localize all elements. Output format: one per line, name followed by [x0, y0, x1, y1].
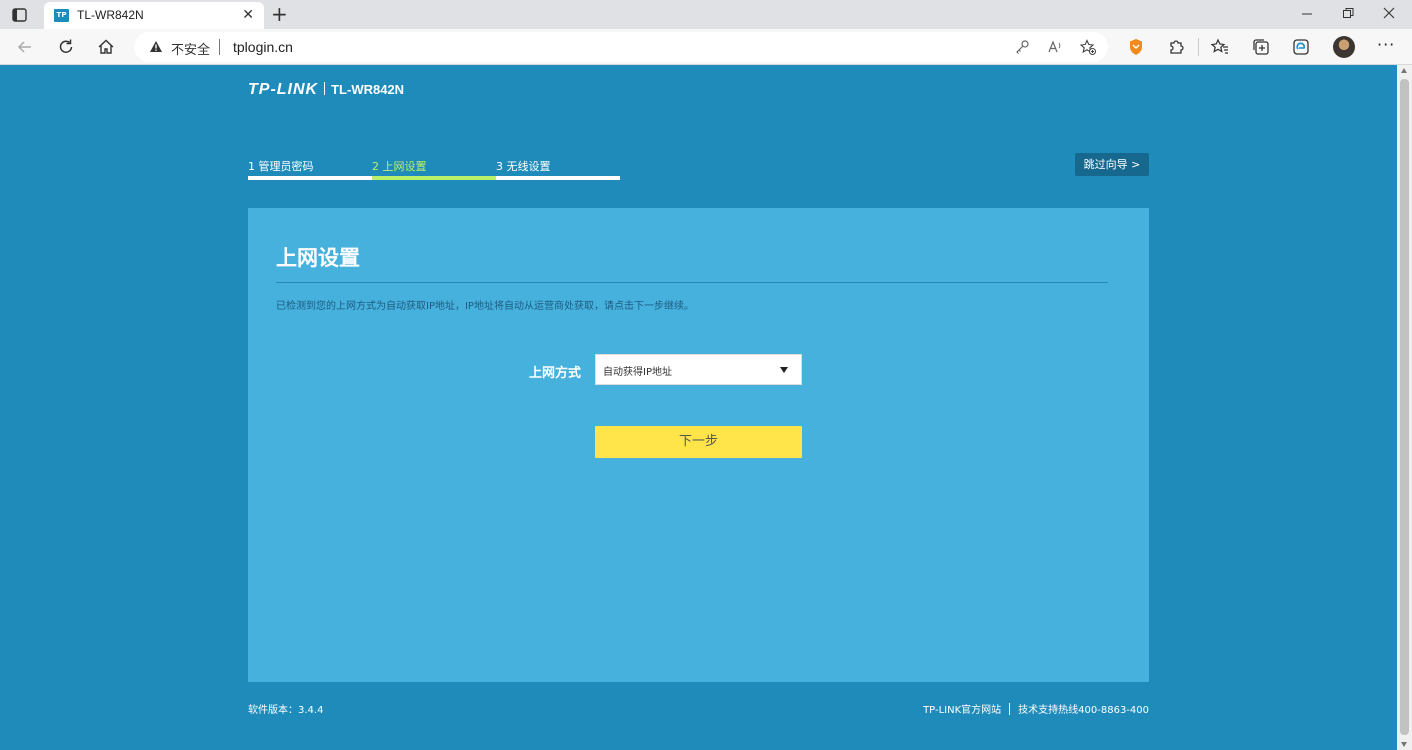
- new-tab-icon[interactable]: +: [271, 4, 288, 24]
- step-wireless-settings: 3 无线设置: [496, 157, 620, 183]
- step-internet-settings: 2 上网设置: [372, 157, 496, 183]
- detection-description: 已检测到您的上网方式为自动获取IP地址，IP地址将自动从运营商处获取，请点击下一…: [276, 301, 694, 312]
- read-aloud-icon[interactable]: [1047, 39, 1063, 55]
- step-label: 2 上网设置: [372, 160, 427, 173]
- avatar[interactable]: [1333, 36, 1355, 58]
- back-arrow-icon[interactable]: [15, 37, 35, 57]
- scroll-down-icon[interactable]: [1401, 742, 1407, 747]
- address-bar[interactable]: 不安全 tplogin.cn: [134, 32, 1108, 62]
- close-icon[interactable]: [1382, 6, 1396, 20]
- key-icon[interactable]: [1014, 39, 1030, 55]
- more-icon[interactable]: ···: [1377, 35, 1395, 54]
- step-label: 3 无线设置: [496, 160, 551, 173]
- title-divider: [276, 282, 1108, 283]
- setup-steps: 1 管理员密码 2 上网设置 3 无线设置: [248, 157, 620, 183]
- router-setup-page: TP-LINK TL-WR842N 1 管理员密码 2 上网设置 3 无线设置 跳…: [0, 65, 1397, 750]
- footer-links: TP-LINK官方网站 技术支持热线400-8863-400: [923, 701, 1149, 716]
- add-favorite-icon[interactable]: [1080, 39, 1096, 55]
- active-tab[interactable]: TP TL-WR842N ✕: [44, 2, 264, 29]
- software-version: 软件版本：3.4.4: [248, 705, 324, 716]
- maximize-icon[interactable]: [1341, 6, 1355, 20]
- url-text[interactable]: tplogin.cn: [233, 39, 293, 55]
- home-icon[interactable]: [96, 37, 116, 57]
- next-button[interactable]: 下一步: [595, 426, 802, 458]
- step-progress-bar: [496, 176, 620, 180]
- sidebar-toggle-icon[interactable]: [10, 6, 30, 24]
- page-scrollbar[interactable]: [1397, 65, 1412, 750]
- tab-strip: TP TL-WR842N ✕ +: [0, 0, 1412, 29]
- chevron-down-icon: [780, 367, 788, 373]
- scrollbar-thumb[interactable]: [1400, 79, 1409, 735]
- edge-icon[interactable]: [1291, 37, 1311, 57]
- toolbar-divider: [1198, 38, 1199, 56]
- close-tab-icon[interactable]: ✕: [242, 7, 254, 23]
- brand-name: TP-LINK: [248, 81, 319, 98]
- extensions-icon[interactable]: [1166, 37, 1186, 57]
- official-site-link[interactable]: TP-LINK官方网站: [923, 705, 1001, 716]
- refresh-icon[interactable]: [56, 37, 76, 57]
- footer-divider: [1009, 703, 1011, 715]
- warning-icon[interactable]: [149, 40, 163, 53]
- tp-link-favicon-icon: TP: [54, 9, 69, 22]
- page-title: 上网设置: [276, 246, 360, 270]
- address-divider: [219, 39, 220, 55]
- select-value: 自动获得IP地址: [603, 367, 672, 378]
- internet-settings-panel: 上网设置 已检测到您的上网方式为自动获取IP地址，IP地址将自动从运营商处获取，…: [248, 208, 1149, 682]
- step-progress-bar: [372, 176, 496, 180]
- collections-icon[interactable]: [1251, 37, 1271, 57]
- minimize-icon[interactable]: [1300, 6, 1314, 20]
- logo-divider: [324, 82, 326, 95]
- favorites-icon[interactable]: [1210, 37, 1230, 57]
- tp-link-logo: TP-LINK TL-WR842N: [248, 81, 404, 99]
- tab-title: TL-WR842N: [77, 8, 144, 22]
- step-label: 1 管理员密码: [248, 160, 314, 173]
- skip-wizard-button[interactable]: 跳过向导 >: [1075, 153, 1149, 176]
- scroll-up-icon[interactable]: [1401, 68, 1407, 73]
- browser-toolbar: 不安全 tplogin.cn ···: [0, 29, 1412, 65]
- connection-type-label: 上网方式: [529, 366, 582, 381]
- step-admin-password: 1 管理员密码: [248, 157, 372, 183]
- brave-shield-icon[interactable]: [1126, 37, 1146, 57]
- step-progress-bar: [248, 176, 372, 180]
- connection-type-select[interactable]: 自动获得IP地址: [595, 354, 802, 385]
- support-hotline: 技术支持热线400-8863-400: [1018, 705, 1149, 716]
- model-name: TL-WR842N: [331, 82, 405, 97]
- security-label[interactable]: 不安全: [171, 39, 210, 58]
